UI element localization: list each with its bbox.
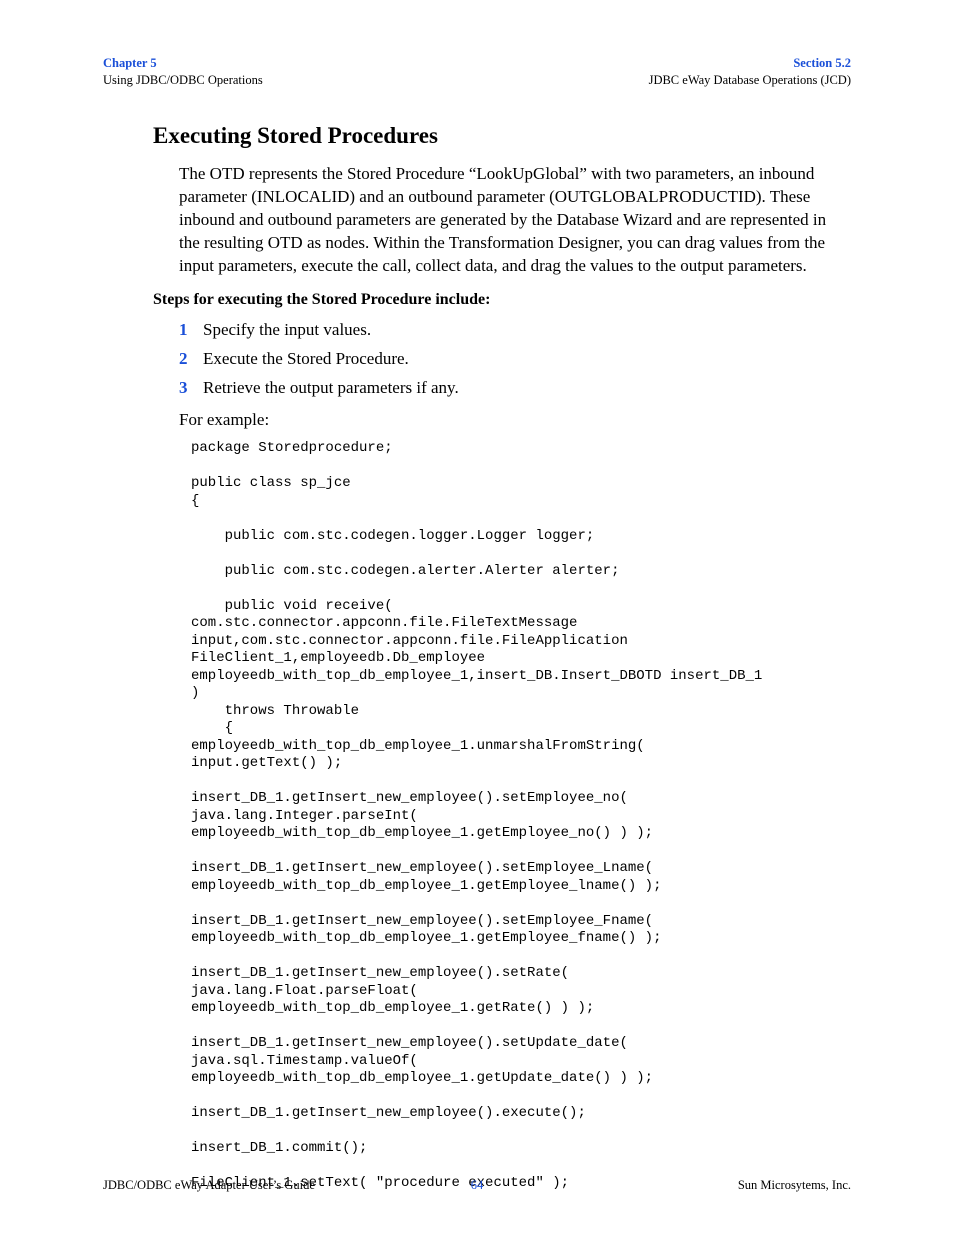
step-number: 3 [179,377,203,400]
step-text: Specify the input values. [203,319,371,342]
page: Chapter 5 Using JDBC/ODBC Operations Sec… [0,0,954,1235]
example-lead: For example: [179,410,851,430]
header-right: Section 5.2 JDBC eWay Database Operation… [649,55,851,89]
step-text: Execute the Stored Procedure. [203,348,409,371]
list-item: 3 Retrieve the output parameters if any. [179,377,851,400]
step-number: 2 [179,348,203,371]
footer-left: JDBC/ODBC eWay Adapter User’s Guide [103,1178,315,1193]
list-item: 2 Execute the Stored Procedure. [179,348,851,371]
header-left: Chapter 5 Using JDBC/ODBC Operations [103,55,263,89]
section-label: Section 5.2 [649,55,851,72]
step-text: Retrieve the output parameters if any. [203,377,459,400]
code-block: package Storedprocedure; public class sp… [191,440,851,1193]
page-header: Chapter 5 Using JDBC/ODBC Operations Sec… [103,55,851,89]
chapter-label: Chapter 5 [103,55,263,72]
chapter-subtitle: Using JDBC/ODBC Operations [103,72,263,89]
section-subtitle: JDBC eWay Database Operations (JCD) [649,72,851,89]
intro-paragraph: The OTD represents the Stored Procedure … [179,163,851,278]
page-number: 64 [471,1178,484,1193]
page-footer: JDBC/ODBC eWay Adapter User’s Guide 64 S… [103,1178,851,1193]
step-number: 1 [179,319,203,342]
steps-heading: Steps for executing the Stored Procedure… [153,291,851,309]
list-item: 1 Specify the input values. [179,319,851,342]
section-title: Executing Stored Procedures [153,123,851,149]
footer-right: Sun Microsytems, Inc. [738,1178,851,1193]
